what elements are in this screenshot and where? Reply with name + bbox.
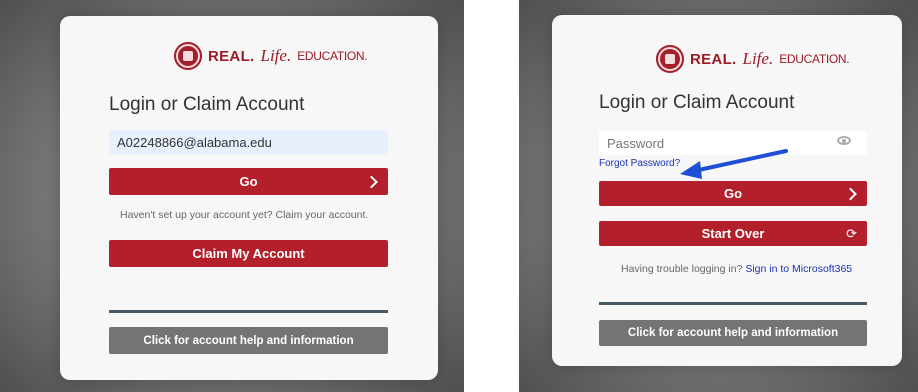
- go-button[interactable]: Go: [599, 181, 867, 206]
- brand-logo: REAL. Life. EDUCATION.: [656, 45, 850, 73]
- go-button[interactable]: Go: [109, 168, 388, 195]
- chevron-right-icon: [844, 187, 857, 200]
- start-over-label: Start Over: [701, 226, 765, 241]
- logo-life-text: Life.: [260, 46, 292, 65]
- divider: [109, 310, 388, 313]
- claim-account-label: Claim My Account: [192, 246, 305, 261]
- go-button-label: Go: [239, 174, 258, 189]
- go-button-label: Go: [723, 186, 743, 201]
- logo-real-text: REAL.: [690, 50, 737, 68]
- login-card: REAL. Life. EDUCATION. Login or Claim Ac…: [552, 15, 902, 366]
- microsoft365-signin-link[interactable]: Sign in to Microsoft365: [745, 263, 852, 275]
- logo-real-text: REAL.: [208, 47, 255, 65]
- login-card: REAL. Life. EDUCATION. Login or Claim Ac…: [60, 16, 438, 380]
- page-title: Login or Claim Account: [599, 92, 795, 113]
- start-over-button[interactable]: Start Over ⟳: [599, 221, 867, 246]
- logo-education-text: EDUCATION.: [297, 49, 368, 63]
- trouble-note: Having trouble logging in? Sign in to Mi…: [621, 263, 852, 275]
- claim-note: Haven't set up your account yet? Claim y…: [120, 209, 369, 221]
- divider: [599, 302, 867, 305]
- trouble-text: Having trouble logging in?: [621, 263, 743, 275]
- account-help-button[interactable]: Click for account help and information: [109, 327, 388, 354]
- university-seal-icon: [656, 45, 684, 73]
- annotation-arrow-icon: [680, 149, 788, 179]
- university-seal-icon: [174, 42, 202, 70]
- logo-education-text: EDUCATION.: [779, 52, 850, 66]
- brand-logo: REAL. Life. EDUCATION.: [174, 42, 368, 70]
- show-password-eye-icon[interactable]: [837, 136, 851, 145]
- page-title: Login or Claim Account: [109, 94, 305, 115]
- refresh-icon: ⟳: [846, 225, 857, 241]
- screenshot-password-step: REAL. Life. EDUCATION. Login or Claim Ac…: [519, 0, 918, 392]
- email-field[interactable]: [109, 130, 388, 154]
- account-help-label: Click for account help and information: [143, 334, 354, 347]
- chevron-right-icon: [365, 175, 378, 188]
- account-help-button[interactable]: Click for account help and information: [599, 320, 867, 346]
- logo-life-text: Life.: [742, 49, 774, 68]
- forgot-password-link[interactable]: Forgot Password?: [599, 158, 680, 169]
- claim-account-button[interactable]: Claim My Account: [109, 240, 388, 267]
- account-help-label: Click for account help and information: [627, 327, 839, 339]
- screenshot-email-step: REAL. Life. EDUCATION. Login or Claim Ac…: [0, 0, 464, 392]
